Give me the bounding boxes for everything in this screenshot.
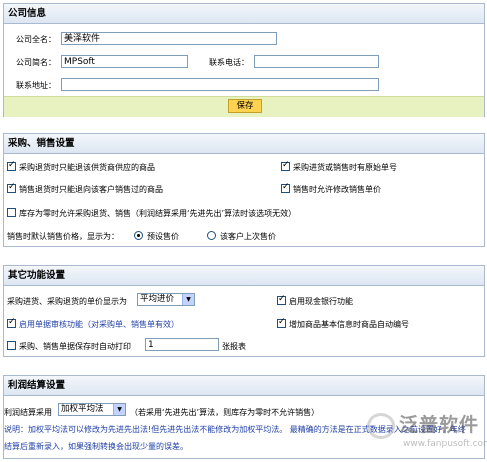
edit-sale-price-checkbox[interactable] [281,182,290,193]
address-input[interactable] [61,78,379,91]
cash-bank-checkbox[interactable] [277,294,286,305]
edit-sale-price-label: 销售时允许修改销售单价 [293,185,381,194]
auto-print-count-input[interactable]: 1 [145,338,219,351]
company-shortname-input[interactable]: MPSoft [61,55,188,68]
logo-icon [367,413,395,439]
section-title: 利润结算设置 [4,376,484,396]
zero-stock-allow-checkbox[interactable] [7,208,16,217]
auto-code-checkbox[interactable] [277,317,286,328]
original-order-no-checkbox[interactable] [281,160,290,171]
method-note: （若采用‘先进先出’算法，则库存为零时不允许销售） [130,408,320,417]
preset-price-radio[interactable] [134,231,143,240]
company-fullname-input[interactable]: 美泽软件 [61,32,277,45]
original-order-no-label: 采购进货或销售时有原始单号 [293,163,397,172]
default-price-label: 销售时默认销售价格，显示为： [7,232,119,241]
cash-bank-label: 启用现金银行功能 [289,297,353,306]
audit-checkbox[interactable] [7,317,16,328]
preset-price-label: 预设售价 [147,232,179,241]
section-title: 其它功能设置 [4,266,484,286]
last-price-label: 该客户上次售价 [220,232,276,241]
auto-code-label: 增加商品基本信息时商品自动编号 [289,320,409,329]
price-display-label: 采购进货、采购退货的单价显示为 [7,297,127,306]
address-label: 联系地址： [16,81,56,90]
profit-method-value: 加权平均法 [61,404,104,414]
audit-label: 启用单据审核功能（对采购单、销售单有效） [19,320,179,329]
return-customer-only-label: 销售退货时只能退向该客户销售过的商品 [19,185,163,194]
watermark-url: www.fanpusoft.com [403,439,487,449]
price-display-select[interactable]: 平均进价 ▼ [137,293,195,306]
phone-input[interactable] [254,55,379,68]
chevron-down-icon: ▼ [182,294,194,305]
purchase-sales-panel: 采购、销售设置 采购退货时只能退该供货商供应的商品 采购进货或销售时有原始单号 … [3,133,485,247]
shortname-label: 公司简名： [16,58,56,67]
return-supplier-only-checkbox[interactable] [7,160,16,171]
save-button[interactable]: 保存 [228,99,262,113]
auto-print-unit: 张报表 [222,342,246,351]
last-price-radio[interactable] [207,231,216,240]
profit-method-select[interactable]: 加权平均法 ▼ [58,403,126,416]
chevron-down-icon: ▼ [113,404,125,415]
other-settings-panel: 其它功能设置 采购进货、采购退货的单价显示为 平均进价 ▼ 启用现金银行功能 启… [3,265,485,357]
price-display-value: 平均进价 [140,294,175,304]
note-line-2: 结算后重新录入，如果强制转换会出现少量的误差。 [4,442,188,451]
section-title: 采购、销售设置 [4,134,484,154]
company-info-panel: 公司信息 公司全名： 美泽软件 公司简名： MPSoft 联系电话： 联系地址：… [3,3,485,117]
phone-label: 联系电话： [209,58,249,67]
method-label: 利润结算采用 [4,408,52,417]
watermark-brand: 泛普软件 [399,414,480,436]
return-customer-only-checkbox[interactable] [7,182,16,193]
auto-print-label: 采购、销售单据保存时自动打印 [19,342,131,351]
return-supplier-only-label: 采购退货时只能退该供货商供应的商品 [19,163,155,172]
zero-stock-allow-label: 库存为零时允许采购退货、销售（利润结算采用‘先进先出’算法时该选项无效） [19,209,297,218]
section-title: 公司信息 [4,4,484,24]
fullname-label: 公司全名： [16,35,56,44]
watermark-logo: 泛普软件 www.fanpusoft.com [365,410,487,458]
auto-print-checkbox[interactable] [7,341,16,350]
